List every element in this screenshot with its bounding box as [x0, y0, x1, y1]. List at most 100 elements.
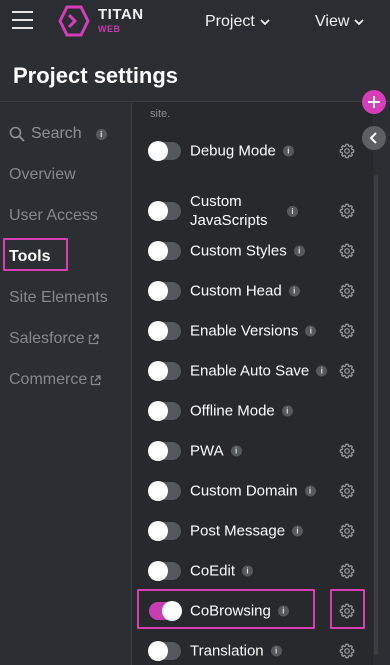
enable-auto-save-label: Enable Auto Save i — [190, 362, 328, 381]
custom-styles-gear-icon[interactable] — [339, 243, 355, 259]
chevron-down-icon — [354, 19, 365, 26]
translation-toggle[interactable] — [148, 641, 181, 661]
info-icon[interactable]: i — [230, 445, 242, 457]
info-icon[interactable]: i — [293, 245, 305, 257]
external-link-icon — [88, 333, 99, 344]
debug-mode-toggle[interactable] — [148, 141, 181, 161]
info-icon[interactable]: i — [281, 405, 293, 417]
coedit-toggle[interactable] — [148, 561, 181, 581]
page-title: Project settings — [13, 63, 179, 88]
setting-row-pwa: PWA i — [133, 431, 373, 471]
post-message-toggle[interactable] — [148, 521, 181, 541]
custom-styles-toggle[interactable] — [148, 241, 181, 261]
hamburger-menu-icon[interactable] — [12, 11, 34, 31]
toggle-knob — [148, 201, 168, 221]
info-icon[interactable]: i — [287, 205, 298, 217]
coedit-gear-icon[interactable] — [339, 563, 355, 579]
setting-label-text: Custom Styles — [190, 242, 287, 260]
pwa-label: PWA i — [190, 442, 242, 461]
offline-mode-toggle[interactable] — [148, 401, 181, 421]
offline-mode-label: Offline Mode i — [190, 402, 293, 421]
toggle-knob — [148, 641, 168, 661]
sidebar-search[interactable]: Search i — [9, 125, 107, 143]
search-icon — [9, 126, 25, 142]
setting-label-text: Debug Mode — [190, 142, 276, 160]
cobrowsing-gear-highlight — [330, 589, 365, 629]
sidebar-item-overview[interactable]: Overview — [9, 166, 76, 184]
setting-label-text: PWA — [190, 442, 224, 460]
info-icon: i — [95, 128, 107, 140]
setting-row-offline-mode: Offline Mode i — [133, 391, 373, 431]
cobrowsing-highlight — [137, 589, 315, 629]
enable-versions-gear-icon[interactable] — [339, 323, 355, 339]
enable-versions-toggle[interactable] — [148, 321, 181, 341]
toggle-knob — [148, 361, 168, 381]
pwa-gear-icon[interactable] — [339, 443, 355, 459]
info-icon[interactable]: i — [242, 565, 254, 577]
pwa-toggle[interactable] — [148, 441, 181, 461]
scrollbar-thumb[interactable] — [374, 175, 378, 655]
translation-label: Translation i — [190, 642, 282, 661]
setting-row-debug-mode: Debug Mode i — [133, 131, 373, 171]
info-icon[interactable]: i — [304, 485, 316, 497]
setting-label-text: Enable Auto Save — [190, 362, 310, 380]
sidebar-item-salesforce[interactable]: Salesforce — [9, 330, 99, 348]
sidebar-item-label: Overview — [9, 166, 76, 183]
setting-label-text: Custom JavaScripts — [190, 193, 268, 229]
setting-label-text: Post Message — [190, 522, 286, 540]
search-label: Search — [31, 125, 82, 142]
custom-domain-gear-icon[interactable] — [339, 483, 355, 499]
info-icon[interactable]: i — [270, 645, 282, 657]
top-bar: TITAN WEB Project View — [0, 0, 390, 46]
description-text: site. — [150, 108, 171, 120]
add-button[interactable] — [362, 90, 386, 114]
project-menu[interactable]: Project — [205, 13, 270, 31]
setting-row-enable-versions: Enable Versions i — [133, 311, 373, 351]
enable-auto-save-toggle[interactable] — [148, 361, 181, 381]
view-menu[interactable]: View — [315, 13, 365, 31]
custom-head-toggle[interactable] — [148, 281, 181, 301]
external-link-icon — [91, 374, 101, 385]
sidebar-item-site-elements[interactable]: Site Elements — [9, 289, 108, 307]
translation-gear-icon[interactable] — [339, 643, 355, 659]
toggle-knob — [148, 241, 168, 261]
view-menu-label: View — [315, 13, 350, 30]
brand-name: TITAN — [98, 6, 144, 23]
setting-label-text: CoEdit — [190, 562, 236, 580]
info-icon[interactable]: i — [292, 525, 304, 537]
info-icon[interactable]: i — [305, 325, 317, 337]
chevron-down-icon — [260, 19, 270, 26]
toggle-knob — [148, 481, 168, 501]
custom-javascripts-gear-icon[interactable] — [339, 203, 355, 219]
info-icon[interactable]: i — [288, 285, 300, 297]
setting-row-custom-head: Custom Head i — [133, 271, 373, 311]
sidebar-item-label: Commerce — [9, 371, 88, 388]
setting-label-text: Custom Domain — [190, 482, 298, 500]
debug-mode-gear-icon[interactable] — [339, 143, 355, 159]
toggle-knob — [148, 321, 168, 341]
sidebar-item-label: Site Elements — [9, 289, 108, 306]
titan-logo-icon — [58, 5, 90, 37]
post-message-gear-icon[interactable] — [339, 523, 355, 539]
collapse-panel-button[interactable] — [362, 126, 386, 150]
sidebar-item-commerce[interactable]: Commerce — [9, 371, 101, 389]
custom-head-gear-icon[interactable] — [339, 283, 355, 299]
enable-versions-label: Enable Versions i — [190, 322, 317, 341]
custom-head-label: Custom Head i — [190, 282, 300, 301]
setting-row-translation: Translation i — [133, 631, 373, 665]
sidebar-item-user-access[interactable]: User Access — [9, 207, 98, 225]
sidebar: Search i Overview User Access Tools Site… — [0, 103, 132, 665]
custom-styles-label: Custom Styles i — [190, 242, 305, 261]
toggle-knob — [148, 141, 168, 161]
enable-auto-save-gear-icon[interactable] — [339, 363, 355, 379]
custom-domain-toggle[interactable] — [148, 481, 181, 501]
custom-javascripts-toggle[interactable] — [148, 201, 181, 221]
project-menu-label: Project — [205, 13, 255, 30]
info-icon[interactable]: i — [282, 145, 294, 157]
toggle-knob — [148, 401, 168, 421]
info-icon[interactable]: i — [316, 365, 328, 377]
setting-row-post-message: Post Message i — [133, 511, 373, 551]
page-header: Project settings — [0, 46, 390, 102]
custom-domain-label: Custom Domain i — [190, 482, 316, 501]
toggle-knob — [148, 281, 168, 301]
